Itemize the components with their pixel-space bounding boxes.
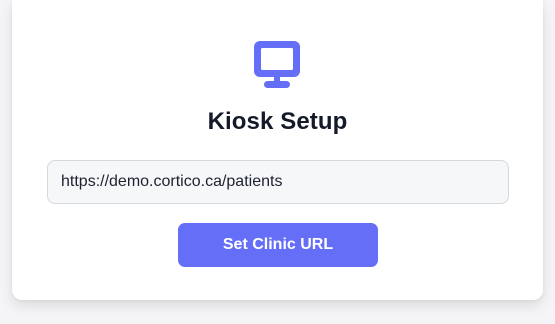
set-clinic-url-button[interactable]: Set Clinic URL [178,223,378,267]
monitor-icon [254,41,300,88]
page-title: Kiosk Setup [207,108,348,135]
clinic-url-input[interactable] [47,160,509,204]
